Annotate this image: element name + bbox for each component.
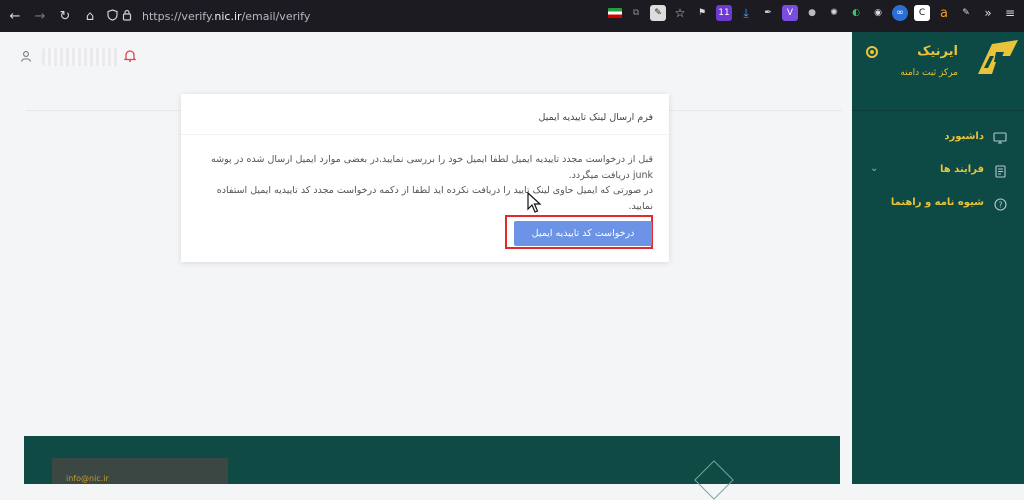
sidebar-item-guide[interactable]: ? شیوه نامه و راهنما xyxy=(852,188,1024,221)
color-extension-icon[interactable]: ◐ xyxy=(848,5,864,21)
amazon-icon[interactable]: a xyxy=(936,5,952,21)
reload-icon[interactable]: ↻ xyxy=(54,5,76,27)
home-icon[interactable]: ⌂ xyxy=(79,5,101,27)
extensions-bar: ⧉ ✎ ☆ ⚑ 11 ⤓ ✒ V ● ✺ ◐ ◉ ∞ C a ✎ » ≡ xyxy=(608,5,1018,21)
shield-icon[interactable] xyxy=(107,8,118,24)
brand-name[interactable]: ایرنیک xyxy=(917,44,958,59)
sidebar: ایرنیک مرکز ثبت دامنه داشبورد فرایند ها … xyxy=(852,32,1024,484)
gear-extension-icon[interactable]: ✺ xyxy=(826,5,842,21)
sidebar-header: ایرنیک مرکز ثبت دامنه xyxy=(852,32,1024,94)
download-icon[interactable]: ⤓ xyxy=(738,5,754,21)
sidebar-divider xyxy=(852,110,1024,111)
c-extension-icon[interactable]: C xyxy=(914,5,930,21)
card-body: قبل از درخواست مجدد تاییدیه ایمیل لطفا ا… xyxy=(197,152,653,214)
sidebar-item-dashboard[interactable]: داشبورد xyxy=(852,122,1024,155)
document-icon xyxy=(992,163,1008,179)
browser-toolbar: ← → ↻ ⌂ https://verify.nic.ir/email/veri… xyxy=(0,0,1024,32)
back-icon[interactable]: ← xyxy=(4,5,26,27)
menu-icon[interactable]: ≡ xyxy=(1002,5,1018,21)
user-name-blurred[interactable] xyxy=(42,48,120,66)
nav-buttons: ← → ↻ ⌂ xyxy=(4,5,101,27)
irnic-logo-icon[interactable] xyxy=(974,38,1020,78)
puzzle-icon[interactable]: ✎ xyxy=(650,5,666,21)
mouse-cursor-icon xyxy=(527,192,542,213)
request-verification-button[interactable]: درخواست کد تاییدیه ایمیل xyxy=(514,221,652,246)
footer-logo-diamond xyxy=(694,460,734,500)
extension-icon[interactable]: ⧉ xyxy=(628,5,644,21)
footer-email[interactable]: info@nic.ir xyxy=(66,474,109,483)
pen-icon[interactable]: ✒ xyxy=(760,5,776,21)
url-prefix: https://verify. xyxy=(142,9,215,23)
url-domain: nic.ir xyxy=(214,9,242,23)
infinity-icon[interactable]: ∞ xyxy=(892,5,908,21)
url-path: /email/verify xyxy=(241,9,311,23)
sidebar-menu: داشبورد فرایند ها ⌄ ? شیوه نامه و راهنما xyxy=(852,122,1024,221)
card-divider xyxy=(181,134,669,135)
help-icon: ? xyxy=(992,196,1008,212)
card-title: فرم ارسال لینک تاییدیه ایمیل xyxy=(538,112,653,123)
chevron-down-icon[interactable]: ⌄ xyxy=(870,163,878,174)
monitor-icon xyxy=(992,130,1008,146)
globe-icon[interactable]: ◉ xyxy=(870,5,886,21)
badge-extension-icon[interactable]: 11 xyxy=(716,5,732,21)
bell-icon[interactable] xyxy=(123,49,137,66)
sidebar-item-label: شیوه نامه و راهنما xyxy=(890,197,984,208)
email-verify-card: فرم ارسال لینک تاییدیه ایمیل قبل از درخو… xyxy=(181,94,669,262)
flag-icon[interactable] xyxy=(608,8,622,18)
url-bar[interactable]: https://verify.nic.ir/email/verify xyxy=(107,8,310,24)
star-icon[interactable]: ☆ xyxy=(672,5,688,21)
lock-icon[interactable] xyxy=(122,9,132,24)
circle-extension-icon[interactable]: ● xyxy=(804,5,820,21)
svg-text:?: ? xyxy=(998,200,1002,209)
edit-icon[interactable]: ✎ xyxy=(958,5,974,21)
page-content: فرم ارسال لینک تاییدیه ایمیل قبل از درخو… xyxy=(0,32,852,500)
sidebar-item-processes[interactable]: فرایند ها ⌄ xyxy=(852,155,1024,188)
url-text[interactable]: https://verify.nic.ir/email/verify xyxy=(142,10,310,23)
card-paragraph-1: قبل از درخواست مجدد تاییدیه ایمیل لطفا ا… xyxy=(211,154,653,181)
sidebar-item-label: داشبورد xyxy=(944,131,984,142)
card-paragraph-2: در صورتی که ایمیل حاوی لینک تایید را دری… xyxy=(216,185,653,212)
overflow-icon[interactable]: » xyxy=(980,5,996,21)
v-extension-icon[interactable]: V xyxy=(782,5,798,21)
footer: info@nic.ir xyxy=(24,436,840,500)
forward-icon[interactable]: → xyxy=(29,5,51,27)
sidebar-toggle-icon[interactable] xyxy=(866,46,878,58)
person-icon[interactable] xyxy=(20,50,34,64)
gamepad-icon[interactable]: ⚑ xyxy=(694,5,710,21)
brand-subtitle: مرکز ثبت دامنه xyxy=(900,68,958,78)
sidebar-item-label: فرایند ها xyxy=(940,164,984,175)
